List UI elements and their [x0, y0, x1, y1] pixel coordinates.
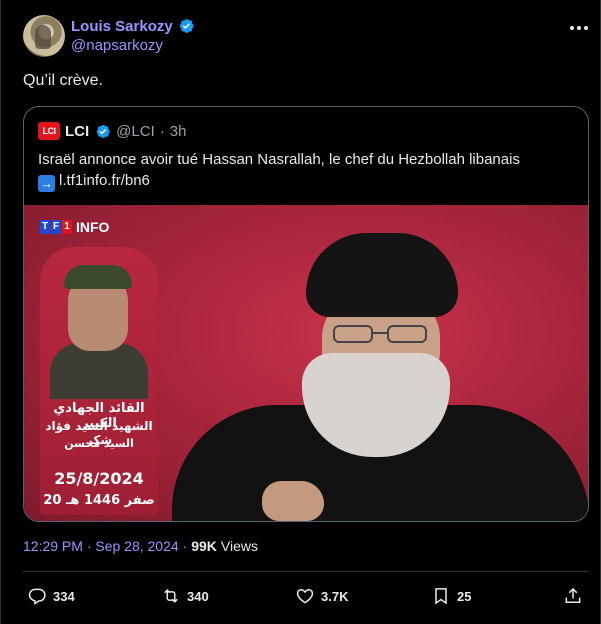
tweet-text: Qu’il crève.	[23, 72, 104, 89]
avatar-figure	[35, 25, 51, 49]
avatar[interactable]	[23, 15, 65, 57]
like-count: 3.7K	[321, 588, 349, 604]
tf1-box-1: 1	[62, 220, 72, 234]
author-display-name[interactable]: Louis Sarkozy	[71, 18, 173, 35]
lci-logo: LCI	[38, 122, 60, 140]
poster-hijri-date: 20 صفر 1446 هـ	[43, 493, 155, 508]
arrow-right-icon: →	[38, 175, 55, 192]
tf1-info-text: INFO	[76, 219, 110, 235]
divider	[23, 571, 589, 572]
bookmark-count: 25	[457, 588, 472, 604]
quoted-time[interactable]: 3h	[170, 123, 187, 140]
quoted-separator: ·	[159, 122, 165, 140]
like-button[interactable]: 3.7K	[295, 580, 348, 612]
quoted-text-line: Israël annonce avoir tué Hassan Nasralla…	[38, 151, 520, 168]
bookmark-button[interactable]: 25	[431, 580, 471, 612]
action-bar: 334 340 3.7K 25	[23, 580, 589, 612]
quoted-header: LCI LCI @LCI · 3h	[38, 121, 186, 141]
speaker-glasses	[333, 325, 427, 343]
quoted-tweet[interactable]: LCI LCI @LCI · 3h Israël annonce avoir t…	[23, 106, 589, 522]
more-options-icon[interactable]	[567, 18, 591, 38]
quoted-media-image[interactable]: T F 1 INFO القائد الجهادي الكبير الشهيد …	[24, 205, 588, 521]
tweet: Louis Sarkozy @napsarkozy Qu’il crève. L…	[0, 0, 601, 624]
share-button[interactable]	[563, 580, 583, 612]
tweet-meta: 12:29 PM · Sep 28, 2024 · 99K Views	[23, 538, 258, 554]
tf1-boxes: T F 1	[40, 220, 72, 234]
tf1-box-f: F	[51, 220, 61, 234]
tf1-box-t: T	[40, 220, 50, 234]
poster-date: 25/8/2024	[54, 469, 144, 488]
quoted-text: Israël annonce avoir tué Hassan Nasralla…	[38, 149, 578, 192]
bookmark-icon	[435, 588, 447, 605]
author-name-row: Louis Sarkozy	[71, 16, 195, 36]
quoted-link[interactable]: l.tf1info.fr/bn6	[59, 172, 150, 189]
verified-badge-icon	[96, 124, 110, 138]
share-icon	[565, 587, 581, 603]
reply-count: 334	[53, 588, 75, 604]
views-label: Views	[220, 538, 258, 554]
tweet-timestamp[interactable]: 12:29 PM · Sep 28, 2024 ·	[23, 538, 187, 554]
verified-badge-icon[interactable]	[177, 17, 195, 35]
poster-figure-cap	[64, 265, 132, 289]
repost-button[interactable]: 340	[161, 580, 209, 612]
repost-icon	[164, 589, 178, 603]
poster: القائد الجهادي الكبير الشهيد السيد فؤاد …	[40, 247, 158, 515]
quoted-author-name[interactable]: LCI	[65, 123, 89, 140]
poster-figure-body	[50, 343, 148, 399]
heart-icon	[296, 588, 314, 604]
author-handle[interactable]: @napsarkozy	[71, 37, 163, 54]
views-count: 99K	[191, 538, 217, 554]
speaker-turban	[306, 233, 458, 317]
reply-icon	[28, 588, 46, 605]
poster-arabic-alias: السيد محسن	[64, 437, 134, 450]
repost-count: 340	[187, 588, 209, 604]
tf1-info-logo: T F 1 INFO	[40, 219, 109, 235]
quoted-handle[interactable]: @LCI	[116, 123, 155, 140]
speaker-hand	[262, 481, 324, 521]
quoted-link-row: → l.tf1info.fr/bn6	[38, 170, 578, 192]
reply-button[interactable]: 334	[27, 580, 75, 612]
